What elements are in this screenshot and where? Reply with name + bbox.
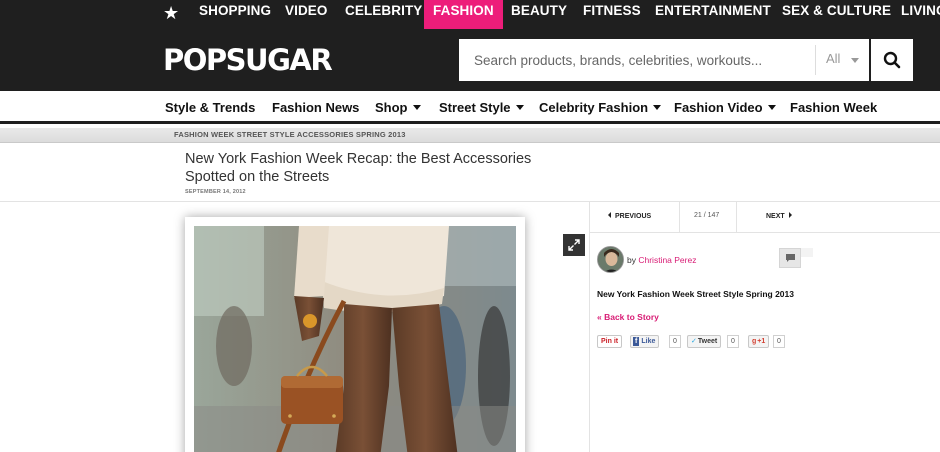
- avatar[interactable]: [597, 246, 624, 273]
- subnav-label: Fashion Week: [790, 100, 878, 115]
- search-input[interactable]: [459, 39, 815, 81]
- pager-divider: [679, 202, 680, 233]
- search-scope-select[interactable]: All: [826, 51, 840, 66]
- sub-nav: Style & Trends Fashion News Shop Street …: [0, 91, 940, 124]
- page-title: New York Fashion Week Recap: the Best Ac…: [185, 151, 532, 185]
- google-plus-button[interactable]: g+1: [748, 335, 770, 348]
- subnav-label: Fashion Video: [674, 100, 763, 115]
- topnav-entertainment[interactable]: ENTERTAINMENT: [655, 0, 771, 29]
- star-icon[interactable]: ★: [163, 3, 179, 23]
- subnav-label: Street Style: [439, 100, 511, 115]
- topnav-sex-culture[interactable]: SEX & CULTURE: [782, 0, 891, 29]
- topnav-shopping[interactable]: SHOPPING: [199, 0, 271, 29]
- like-label: Like: [641, 338, 656, 345]
- plus-count: 0: [773, 335, 785, 348]
- back-to-story-link[interactable]: « Back to Story: [597, 312, 659, 322]
- topnav-fashion[interactable]: FASHION: [424, 0, 503, 29]
- comment-count: [801, 248, 813, 257]
- expand-icon: [568, 239, 580, 251]
- subnav-label: Style & Trends: [165, 100, 256, 115]
- next-label: NEXT: [766, 213, 785, 220]
- search-divider: [815, 45, 816, 75]
- topnav-celebrity[interactable]: CELEBRITY: [345, 0, 422, 29]
- google-icon: g: [752, 338, 757, 345]
- subnav-street-style[interactable]: Street Style: [439, 100, 524, 115]
- byline-prefix: by: [627, 255, 636, 265]
- popsugar-logo[interactable]: POPSUGAR: [163, 43, 333, 77]
- pinit-button[interactable]: Pin it: [597, 335, 623, 348]
- like-count: 0: [669, 335, 681, 348]
- tweet-label: Tweet: [697, 338, 718, 345]
- article-header: New York Fashion Week Recap: the Best Ac…: [0, 144, 940, 202]
- twitter-icon: ✓: [691, 338, 697, 345]
- search-box: All: [459, 39, 869, 81]
- subnav-shop[interactable]: Shop: [375, 100, 421, 115]
- topnav-beauty[interactable]: BEAUTY: [511, 0, 567, 29]
- topnav-fitness[interactable]: FITNESS: [583, 0, 641, 29]
- plus-label: +1: [757, 338, 766, 345]
- chevron-down-icon: [515, 105, 524, 110]
- top-nav: ★ SHOPPING VIDEO CELEBRITY FASHION BEAUT…: [0, 0, 940, 29]
- author-photo: [598, 247, 623, 272]
- comment-icon: [785, 254, 795, 262]
- comment-button[interactable]: [779, 248, 801, 268]
- site-header: POPSUGAR All: [0, 29, 940, 91]
- slide-count: 21 / 147: [694, 212, 720, 219]
- chevron-right-icon: [788, 212, 792, 218]
- gallery-pager: PREVIOUS 21 / 147 NEXT: [590, 202, 940, 233]
- subnav-fashion-video[interactable]: Fashion Video: [674, 100, 776, 115]
- breadcrumb-label[interactable]: FASHION WEEK STREET STYLE ACCESSORIES SP…: [174, 130, 406, 139]
- search-button[interactable]: [871, 39, 913, 81]
- subnav-fashion-news[interactable]: Fashion News: [272, 100, 359, 115]
- chevron-down-icon: [653, 105, 662, 110]
- subnav-label: Celebrity Fashion: [539, 100, 649, 115]
- previous-label: PREVIOUS: [615, 213, 652, 220]
- chevron-left-icon: [608, 212, 611, 218]
- next-button[interactable]: NEXT: [766, 212, 792, 220]
- street-style-photo: [194, 226, 516, 452]
- search-icon: [883, 51, 901, 69]
- subnav-celebrity-fashion[interactable]: Celebrity Fashion: [539, 100, 662, 115]
- chevron-down-icon[interactable]: [851, 58, 859, 63]
- subnav-label: Shop: [375, 100, 408, 115]
- chevron-down-icon: [412, 105, 421, 110]
- topnav-living[interactable]: LIVING: [901, 0, 940, 29]
- gallery-title: New York Fashion Week Street Style Sprin…: [597, 289, 794, 299]
- gallery-photo[interactable]: [185, 217, 525, 452]
- previous-button[interactable]: PREVIOUS: [608, 212, 651, 220]
- chevron-down-icon: [767, 105, 776, 110]
- author-link[interactable]: Christina Perez: [638, 255, 696, 265]
- byline: by Christina Perez: [627, 255, 696, 265]
- facebook-icon: f: [633, 337, 640, 346]
- pager-divider: [736, 202, 737, 233]
- article-date: SEPTEMBER 14, 2012: [185, 189, 246, 195]
- tweet-button[interactable]: ✓Tweet: [687, 335, 722, 348]
- breadcrumb: FASHION WEEK STREET STYLE ACCESSORIES SP…: [0, 128, 940, 143]
- subnav-style-trends[interactable]: Style & Trends: [165, 100, 255, 115]
- tweet-count: 0: [727, 335, 739, 348]
- gallery-sidebar: PREVIOUS 21 / 147 NEXT by Christina Pere…: [589, 202, 940, 452]
- facebook-like-button[interactable]: f Like: [630, 335, 660, 348]
- subnav-fashion-week[interactable]: Fashion Week: [790, 100, 877, 115]
- topnav-video[interactable]: VIDEO: [285, 0, 328, 29]
- subnav-label: Fashion News: [272, 100, 360, 115]
- expand-button[interactable]: [563, 234, 585, 256]
